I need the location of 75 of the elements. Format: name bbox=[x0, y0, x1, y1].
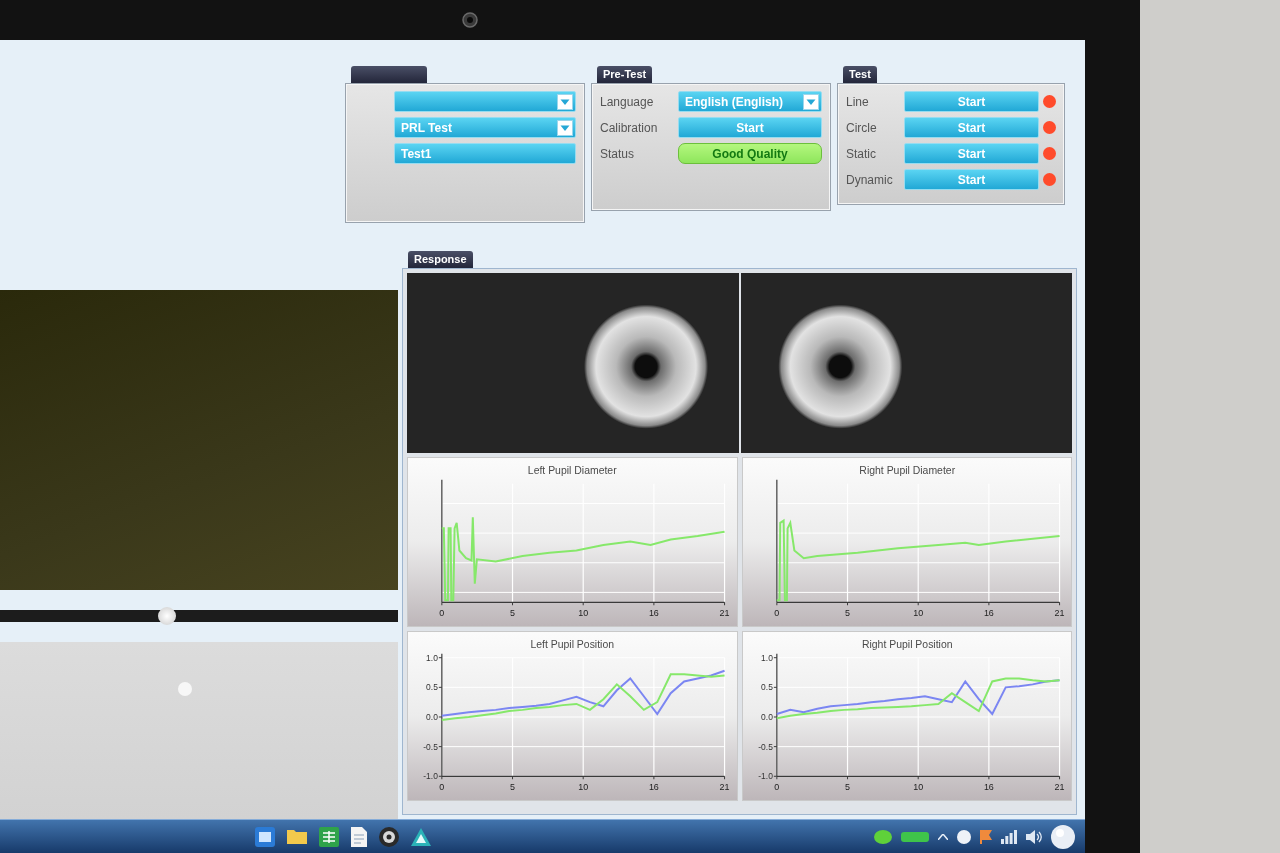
x-tick-label: 21 bbox=[719, 782, 730, 793]
dot-icon bbox=[178, 682, 192, 696]
chart-title: Right Pupil Position bbox=[861, 638, 953, 650]
start-button[interactable]: Start bbox=[904, 169, 1039, 190]
caret-icon bbox=[557, 119, 573, 136]
x-tick-label: 5 bbox=[510, 782, 515, 793]
status-indicator: Good Quality bbox=[678, 143, 822, 164]
x-tick-label: 21 bbox=[1054, 608, 1065, 619]
document-icon[interactable] bbox=[351, 826, 367, 847]
panel-title: Test bbox=[843, 66, 877, 83]
chevron-up-icon[interactable] bbox=[938, 833, 948, 840]
y-tick-label: 0.5 bbox=[760, 682, 773, 693]
orb-icon[interactable] bbox=[1051, 824, 1075, 849]
y-tick-label: 1.0 bbox=[426, 652, 438, 663]
x-tick-label: 16 bbox=[648, 608, 659, 619]
triangle-icon[interactable] bbox=[411, 827, 431, 846]
y-tick-label: -1.0 bbox=[423, 771, 438, 782]
x-tick-label: 21 bbox=[1054, 782, 1065, 793]
panel-title: Response bbox=[408, 251, 473, 268]
x-tick-label: 5 bbox=[510, 608, 515, 619]
caret-icon bbox=[803, 93, 819, 110]
x-tick-label: 5 bbox=[844, 782, 850, 793]
y-tick-label: -0.5 bbox=[757, 741, 773, 752]
x-tick-label: 10 bbox=[912, 608, 923, 619]
caret-icon bbox=[557, 93, 573, 110]
field-label: Language bbox=[600, 94, 655, 109]
slider-track[interactable] bbox=[0, 607, 398, 625]
x-tick-label: 0 bbox=[439, 782, 445, 793]
dropdown[interactable]: PRL Test bbox=[394, 117, 576, 138]
y-tick-label: -1.0 bbox=[757, 771, 773, 782]
x-tick-label: 0 bbox=[773, 782, 779, 793]
x-tick-label: 10 bbox=[578, 782, 589, 793]
flag-icon[interactable] bbox=[980, 829, 992, 844]
volume-icon[interactable] bbox=[1026, 829, 1042, 844]
tray-app-icon[interactable] bbox=[874, 829, 892, 844]
spreadsheet-icon[interactable] bbox=[319, 826, 339, 847]
field-label: Status bbox=[600, 146, 636, 161]
y-tick-label: -0.5 bbox=[423, 741, 438, 752]
folder-icon[interactable] bbox=[287, 829, 307, 844]
x-tick-label: 0 bbox=[439, 608, 445, 619]
field-label: Calibration bbox=[600, 120, 659, 135]
x-tick-label: 5 bbox=[844, 608, 850, 619]
y-tick-label: 1.0 bbox=[760, 652, 773, 663]
x-tick-label: 21 bbox=[719, 608, 730, 619]
dropdown[interactable] bbox=[394, 91, 576, 112]
start-button[interactable]: Start bbox=[678, 117, 822, 138]
x-tick-label: 10 bbox=[912, 782, 923, 793]
window-icon[interactable] bbox=[255, 826, 275, 847]
start-button[interactable]: Start bbox=[904, 91, 1039, 112]
circle-icon[interactable] bbox=[957, 829, 971, 844]
y-tick-label: 0.5 bbox=[426, 682, 438, 693]
field-label: Static bbox=[846, 146, 877, 161]
y-tick-label: 0.0 bbox=[760, 712, 773, 722]
x-tick-label: 16 bbox=[983, 782, 994, 793]
field-label: Dynamic bbox=[846, 172, 894, 187]
input-field[interactable]: Test1 bbox=[394, 143, 576, 164]
indicator-icon[interactable] bbox=[901, 831, 929, 842]
x-tick-label: 16 bbox=[983, 608, 994, 619]
x-tick-label: 16 bbox=[648, 782, 659, 793]
chart-title: Left Pupil Diameter bbox=[527, 464, 617, 476]
start-button[interactable]: Start bbox=[904, 143, 1039, 164]
camera-lens-icon bbox=[462, 12, 478, 28]
field-label: Line bbox=[846, 94, 870, 109]
y-tick-label: 0.0 bbox=[426, 712, 438, 722]
start-button[interactable]: Start bbox=[904, 117, 1039, 138]
x-tick-label: 0 bbox=[773, 608, 779, 619]
field-label: Circle bbox=[846, 120, 878, 135]
chart-title: Right Pupil Diameter bbox=[858, 464, 955, 476]
network-icon[interactable] bbox=[1001, 829, 1017, 844]
chart-title: Left Pupil Position bbox=[530, 638, 615, 650]
language-dropdown[interactable]: English (English) bbox=[678, 91, 822, 112]
x-tick-label: 10 bbox=[578, 608, 589, 619]
slider-thumb[interactable] bbox=[158, 607, 177, 625]
disc-icon[interactable] bbox=[379, 826, 399, 847]
panel-title: Pre-Test bbox=[597, 66, 653, 83]
